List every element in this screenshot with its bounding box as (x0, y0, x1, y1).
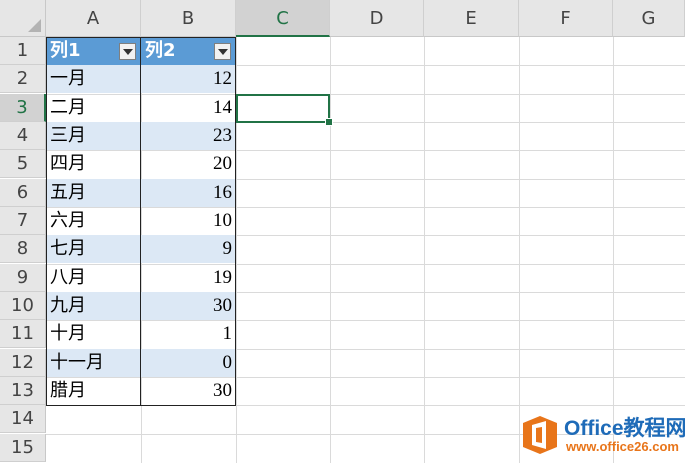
table-cell-month[interactable]: 七月 (46, 235, 141, 263)
row-header-6[interactable]: 6 (0, 179, 46, 207)
table-cell-month[interactable]: 十月 (46, 320, 141, 348)
table-cell-month[interactable]: 一月 (46, 65, 141, 93)
row-header-11[interactable]: 11 (0, 320, 46, 348)
row-header-14[interactable]: 14 (0, 405, 46, 433)
row-header-10[interactable]: 10 (0, 292, 46, 320)
table-cell-value[interactable]: 16 (141, 179, 236, 207)
column-header-e[interactable]: E (424, 0, 519, 37)
table-cell-value[interactable]: 14 (141, 94, 236, 122)
table-cell-value[interactable]: 23 (141, 122, 236, 150)
table-cell-value[interactable]: 30 (141, 292, 236, 320)
spreadsheet-grid: A B C D E F G 1 2 3 4 5 6 7 8 9 10 11 12… (0, 0, 685, 463)
table-cell-month[interactable]: 五月 (46, 179, 141, 207)
table-cell-month[interactable]: 腊月 (46, 377, 141, 405)
row-header-15[interactable]: 15 (0, 434, 46, 462)
table-cell-value[interactable]: 20 (141, 150, 236, 178)
table-column-divider (140, 37, 141, 406)
table-cell-month[interactable]: 十一月 (46, 349, 141, 377)
gridline (519, 37, 520, 463)
table-cell-value[interactable]: 30 (141, 377, 236, 405)
watermark-title: Office教程网 (564, 417, 685, 440)
fill-handle-icon[interactable] (325, 118, 333, 126)
table-cell-month[interactable]: 二月 (46, 94, 141, 122)
active-cell-c3[interactable] (236, 94, 330, 123)
watermark: Office教程网 www.office26.com (520, 412, 685, 458)
row-header-3[interactable]: 3 (0, 94, 46, 122)
table-cell-month[interactable]: 四月 (46, 150, 141, 178)
row-header-1[interactable]: 1 (0, 37, 46, 65)
column-header-g[interactable]: G (613, 0, 685, 37)
table-cell-value[interactable]: 12 (141, 65, 236, 93)
office-logo-icon (523, 416, 557, 454)
row-header-7[interactable]: 7 (0, 207, 46, 235)
gridline (424, 37, 425, 463)
column-header-c[interactable]: C (236, 0, 330, 37)
watermark-url: www.office26.com (566, 439, 679, 454)
column-header-f[interactable]: F (519, 0, 613, 37)
row-header-5[interactable]: 5 (0, 150, 46, 178)
column-header-d[interactable]: D (330, 0, 424, 37)
row-header-13[interactable]: 13 (0, 377, 46, 405)
column-header-a[interactable]: A (46, 0, 141, 37)
gridline (613, 37, 614, 463)
filter-dropdown-icon[interactable] (119, 43, 136, 60)
row-header-9[interactable]: 9 (0, 264, 46, 292)
table-cell-value[interactable]: 19 (141, 264, 236, 292)
table-cell-month[interactable]: 八月 (46, 264, 141, 292)
gridline (46, 405, 685, 406)
table-header-label: 列2 (145, 40, 176, 61)
row-header-4[interactable]: 4 (0, 122, 46, 150)
gridline (330, 37, 331, 463)
table-cell-value[interactable]: 10 (141, 207, 236, 235)
select-all-triangle-icon (28, 19, 41, 32)
table-cell-value[interactable]: 9 (141, 235, 236, 263)
column-header-b[interactable]: B (141, 0, 236, 37)
table-cell-value[interactable]: 0 (141, 349, 236, 377)
table-header-label: 列1 (50, 40, 81, 61)
row-header-8[interactable]: 8 (0, 235, 46, 263)
table-cell-value[interactable]: 1 (141, 320, 236, 348)
table-cell-month[interactable]: 三月 (46, 122, 141, 150)
table-cell-month[interactable]: 九月 (46, 292, 141, 320)
row-header-12[interactable]: 12 (0, 349, 46, 377)
filter-dropdown-icon[interactable] (214, 43, 231, 60)
row-header-2[interactable]: 2 (0, 65, 46, 93)
select-all-corner[interactable] (0, 0, 46, 37)
table-cell-month[interactable]: 六月 (46, 207, 141, 235)
